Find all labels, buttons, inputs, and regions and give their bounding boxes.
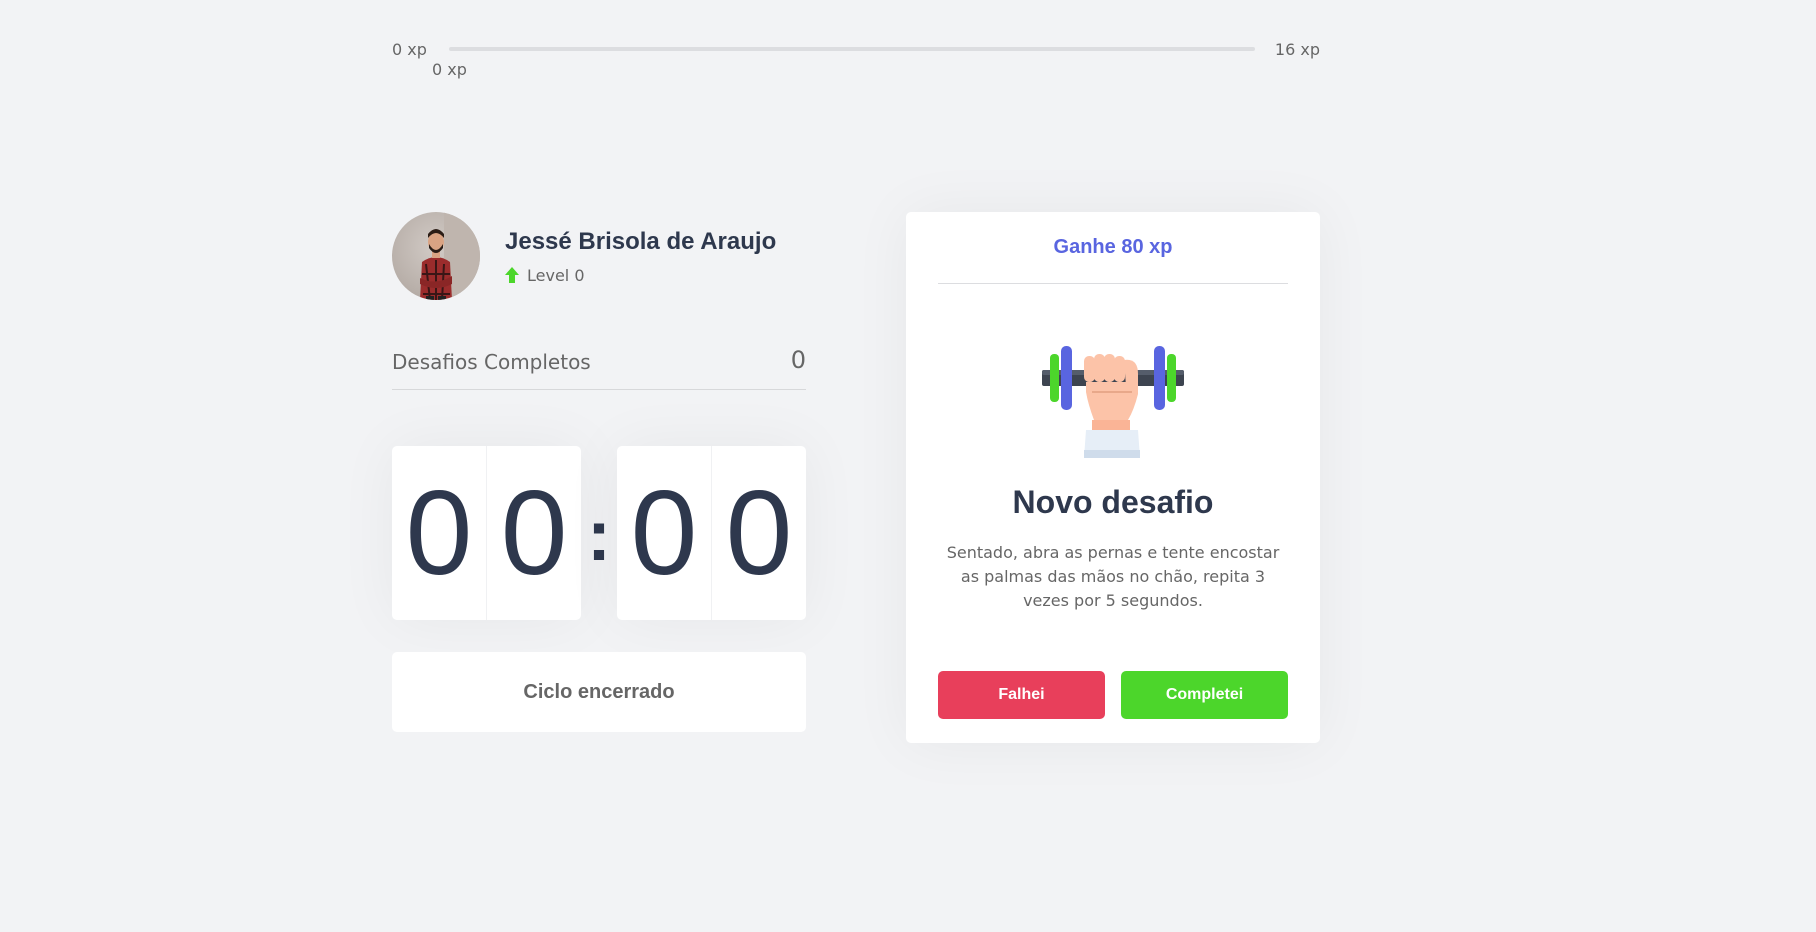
cycle-finished-button[interactable]: Ciclo encerrado — [392, 652, 806, 732]
left-column: Jessé Brisola de Araujo Level 0 Desafios… — [392, 212, 807, 732]
completed-challenges-label: Desafios Completos — [392, 350, 591, 374]
level-label: Level 0 — [527, 265, 585, 285]
countdown-second-tens: 0 — [630, 466, 698, 600]
countdown-separator: : — [587, 496, 611, 576]
challenge-card: Ganhe 80 xp Novo desafio Sentado, abra a… — [906, 212, 1320, 743]
countdown-minute-ones: 0 — [486, 446, 581, 620]
profile-name: Jessé Brisola de Araujo — [505, 227, 777, 255]
challenge-title: Novo desafio — [1012, 484, 1214, 520]
xp-min-label: 0 xp — [392, 40, 427, 59]
profile-level: Level 0 — [505, 266, 776, 285]
profile-info: Jessé Brisola de Araujo Level 0 — [505, 228, 776, 285]
countdown: 0 0 : 0 0 — [392, 446, 807, 620]
challenge-description: Sentado, abra as pernas e tente encostar… — [946, 543, 1280, 610]
profile: Jessé Brisola de Araujo Level 0 — [392, 212, 806, 300]
experience-bar: 0 xp 0 xp 16 xp — [392, 38, 1320, 79]
countdown-second-ones: 0 — [710, 446, 806, 620]
completed-challenges-count: 0 — [790, 346, 806, 374]
challenge-body: Novo desafio Sentado, abra as pernas e t… — [938, 284, 1288, 671]
xp-current-label: 0 xp — [432, 60, 467, 79]
xp-progress-track — [449, 47, 1255, 51]
challenge-xp-reward: Ganhe 80 xp — [938, 212, 1288, 284]
completed-challenges: Desafios Completos 0 — [392, 346, 806, 390]
avatar — [392, 212, 480, 300]
avatar-photo-icon — [420, 212, 480, 300]
countdown-minutes: 0 0 — [392, 446, 582, 620]
challenge-failed-button[interactable]: Falhei — [938, 671, 1105, 719]
countdown-seconds: 0 0 — [616, 446, 807, 620]
challenge-actions: Falhei Completei — [938, 671, 1288, 743]
challenge-completed-button[interactable]: Completei — [1121, 671, 1288, 719]
level-up-arrow-icon — [505, 267, 519, 283]
countdown-minute-tens: 0 — [405, 466, 473, 600]
dumbbell-icon — [1042, 346, 1184, 462]
xp-max-label: 16 xp — [1274, 40, 1320, 59]
